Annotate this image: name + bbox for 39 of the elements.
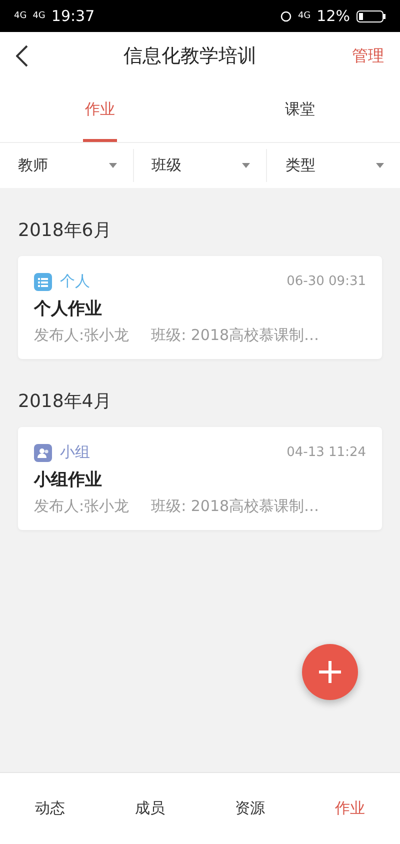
- battery-icon: [356, 10, 386, 22]
- bottom-tab[interactable]: 动态: [0, 773, 100, 844]
- tab[interactable]: 课堂: [283, 80, 317, 142]
- caret-icon: [108, 163, 117, 168]
- battery-percent: 12%: [316, 7, 350, 25]
- back-icon[interactable]: [16, 45, 28, 67]
- month-heading: 2018年4月: [18, 390, 112, 414]
- class-label: 班级: 2018高校慕课制…: [151, 497, 320, 516]
- type-label: 个人: [60, 272, 90, 291]
- signal-label: 4G: [32, 11, 46, 21]
- plus-icon: [318, 660, 342, 684]
- filter-dropdown[interactable]: 类型: [285, 156, 316, 175]
- assignment-card[interactable]: 小组 04-13 11:24 小组作业 发布人:张小龙 班级: 2018高校慕课制…: [18, 427, 382, 530]
- caret-icon: [376, 163, 384, 168]
- bottom-tab[interactable]: 资源: [200, 773, 300, 844]
- network-label: 4G: [298, 11, 311, 21]
- add-button[interactable]: [302, 644, 358, 700]
- filter-dropdown[interactable]: 教师: [18, 156, 48, 175]
- alarm-icon: [280, 10, 292, 22]
- caret-icon: [242, 163, 250, 168]
- signal-label: 4G: [14, 11, 27, 21]
- time-label: 04-13 11:24: [286, 445, 366, 460]
- clock-time: 19:37: [51, 7, 95, 25]
- publisher-label: 发布人:张小龙: [34, 326, 130, 345]
- people-icon: [34, 444, 52, 462]
- type-label: 小组: [60, 443, 90, 462]
- class-label: 班级: 2018高校慕课制…: [151, 326, 320, 345]
- assignment-title: 个人作业: [34, 298, 103, 320]
- list-icon: [34, 272, 52, 290]
- time-label: 06-30 09:31: [286, 274, 366, 289]
- page-title: 信息化教学培训: [122, 44, 258, 69]
- assignment-title: 小组作业: [34, 469, 103, 491]
- bottom-tab[interactable]: 成员: [100, 773, 200, 844]
- filter-dropdown[interactable]: 班级: [152, 156, 182, 175]
- publisher-label: 发布人:张小龙: [34, 497, 130, 516]
- manage-link[interactable]: 管理: [352, 46, 384, 66]
- assignment-card[interactable]: 个人 06-30 09:31 个人作业 发布人:张小龙 班级: 2018高校慕课制…: [18, 256, 382, 359]
- month-heading: 2018年6月: [18, 219, 112, 243]
- bottom-tab[interactable]: 作业: [300, 773, 400, 844]
